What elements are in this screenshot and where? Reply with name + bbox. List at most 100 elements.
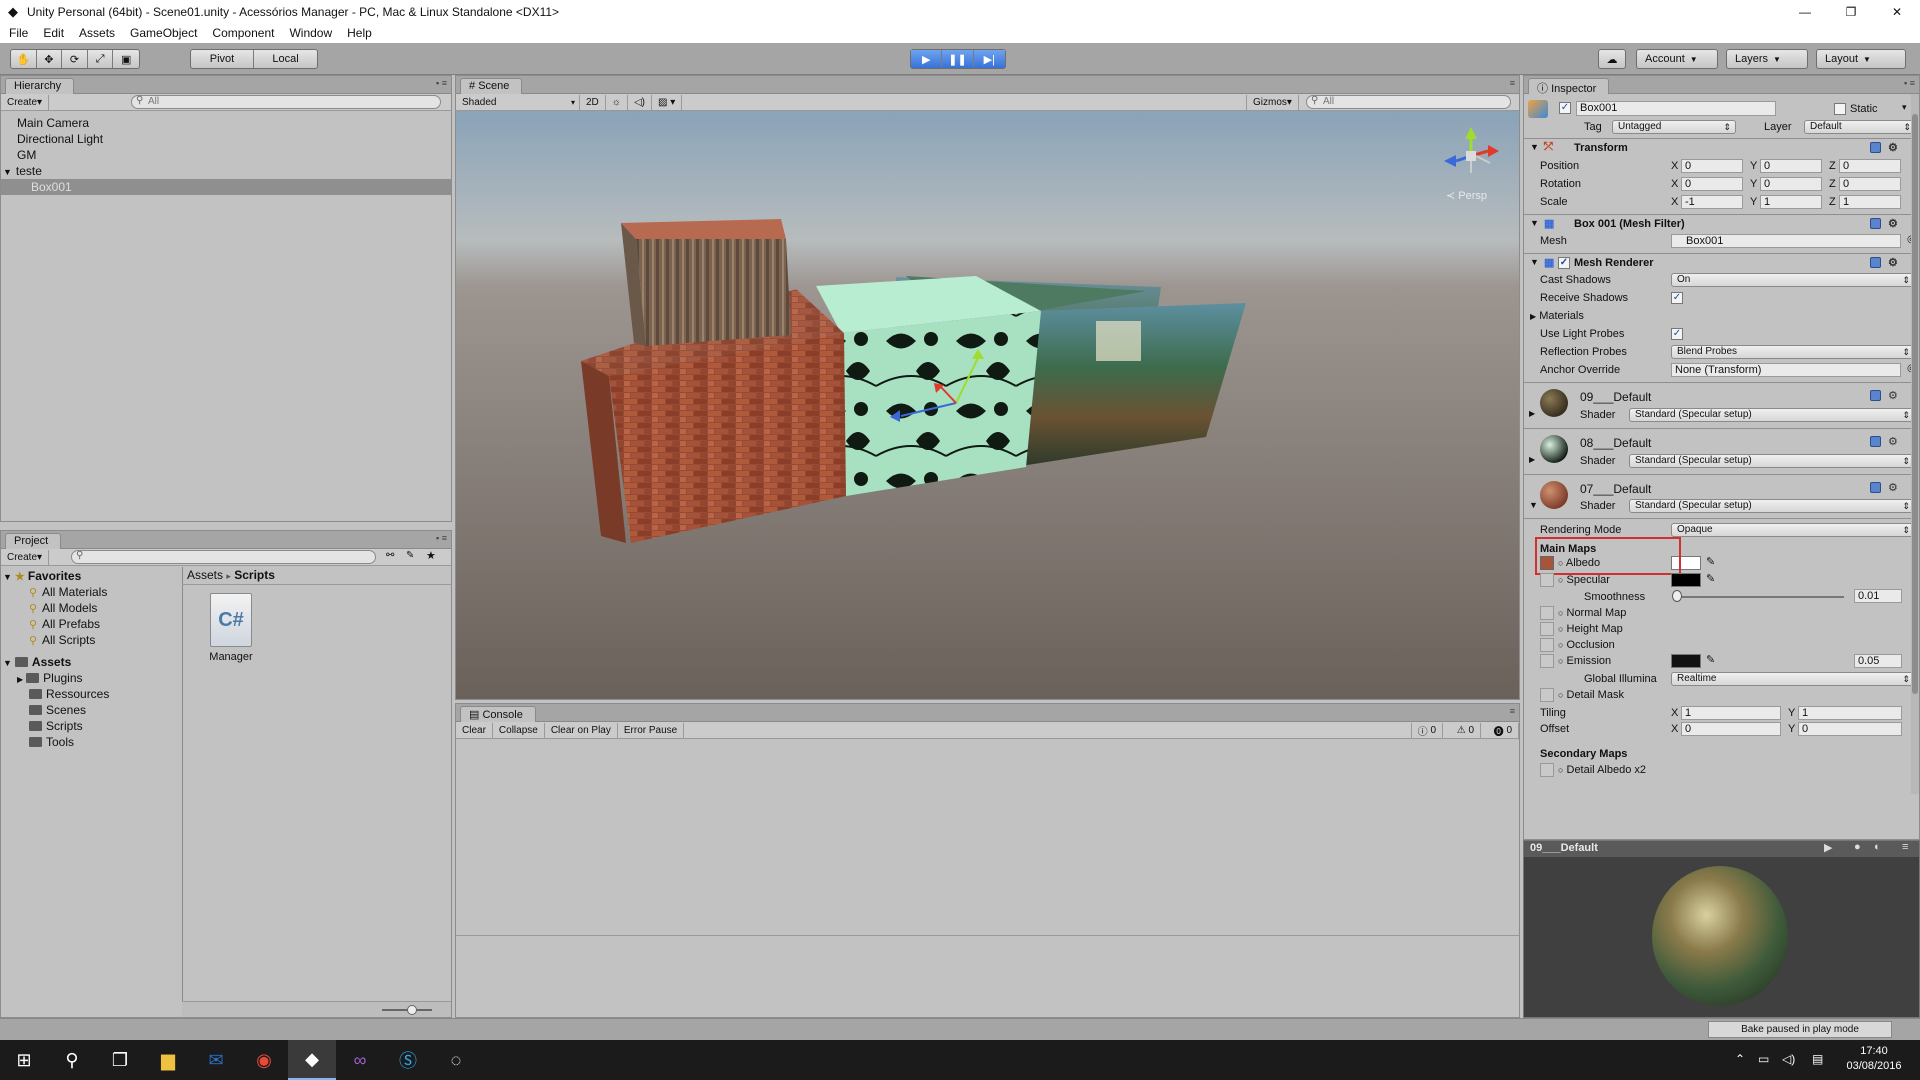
emission-field[interactable]: 0.05 <box>1854 654 1902 668</box>
tab-hierarchy[interactable]: Hierarchy <box>5 78 75 94</box>
hierarchy-item-teste[interactable]: ▼ teste <box>1 163 451 179</box>
eyedropper-icon[interactable]: ✎ <box>1706 653 1715 666</box>
normal-map-slot[interactable] <box>1540 606 1554 620</box>
console-warning-toggle[interactable]: ⚠ 0 <box>1451 722 1481 738</box>
filter-label-icon[interactable]: ✎ <box>406 550 414 561</box>
active-checkbox[interactable]: ✓ <box>1559 102 1571 114</box>
receive-shadows-checkbox[interactable]: ✓ <box>1671 292 1683 304</box>
search-icon[interactable]: ⚲ <box>48 1040 96 1080</box>
project-create-button[interactable]: Create ▾ <box>1 549 50 565</box>
static-dropdown-arrow-icon[interactable]: ▾ <box>1902 102 1907 113</box>
play-icon[interactable]: ▶ <box>911 50 943 68</box>
eyedropper-icon[interactable]: ✎ <box>1706 555 1715 568</box>
hierarchy-create-button[interactable]: Create ▾ <box>1 94 50 110</box>
scale-y-field[interactable]: 1 <box>1760 195 1822 209</box>
chrome-icon[interactable]: ◉ <box>240 1040 288 1080</box>
gear-icon[interactable]: ⚙ <box>1888 435 1898 448</box>
console-clear-button[interactable]: Clear <box>456 722 493 738</box>
minimize-button[interactable]: — <box>1782 0 1828 23</box>
eyedropper-icon[interactable]: ✎ <box>1706 572 1715 585</box>
rotation-x-field[interactable]: 0 <box>1681 177 1743 191</box>
materials-foldout[interactable]: ▶ Materials <box>1530 310 1584 322</box>
menu-component[interactable]: Component <box>205 26 282 40</box>
pivot-button[interactable]: Pivot <box>191 50 255 68</box>
pause-icon[interactable]: ❚❚ <box>942 50 974 68</box>
visual-studio-icon[interactable]: ∞ <box>336 1040 384 1080</box>
hierarchy-search-input[interactable]: All <box>131 95 441 109</box>
detail-albedo-label[interactable]: ○ Detail Albedo x2 <box>1558 764 1646 776</box>
hierarchy-item-directional-light[interactable]: Directional Light <box>1 131 451 147</box>
local-button[interactable]: Local <box>254 50 317 68</box>
scale-tool-icon[interactable]: ⤢ <box>88 50 114 68</box>
layer-dropdown[interactable]: Default <box>1804 120 1916 134</box>
maximize-button[interactable]: ❐ <box>1828 0 1874 23</box>
use-light-probes-checkbox[interactable]: ✓ <box>1671 328 1683 340</box>
specular-color-swatch[interactable] <box>1671 573 1701 587</box>
rotation-y-field[interactable]: 0 <box>1760 177 1822 191</box>
clock[interactable]: 17:40 03/08/2016 <box>1838 1044 1910 1074</box>
emission-color-swatch[interactable] <box>1671 654 1701 668</box>
help-icon[interactable] <box>1870 142 1881 153</box>
tab-console[interactable]: ▤ Console <box>460 706 536 722</box>
breadcrumb-assets[interactable]: Assets <box>187 568 223 582</box>
scale-z-field[interactable]: 1 <box>1839 195 1901 209</box>
mesh-renderer-enabled-checkbox[interactable]: ✓ <box>1558 257 1570 269</box>
help-icon[interactable] <box>1870 390 1881 401</box>
gear-icon[interactable]: ⚙ <box>1888 141 1898 154</box>
scene-audio-icon[interactable]: ◁) <box>628 94 652 110</box>
scene-effects-icon[interactable]: ▨ ▾ <box>652 94 683 110</box>
smoothness-slider-track[interactable] <box>1674 596 1844 598</box>
detail-albedo-slot[interactable] <box>1540 763 1554 777</box>
object-name-field[interactable]: Box001 <box>1576 101 1776 116</box>
smoothness-field[interactable]: 0.01 <box>1854 589 1902 603</box>
project-search-input[interactable] <box>71 550 376 564</box>
position-x-field[interactable]: 0 <box>1681 159 1743 173</box>
network-icon[interactable]: ▭ <box>1758 1052 1769 1066</box>
preview-play-icon[interactable]: ▶ <box>1824 841 1832 854</box>
occlusion-slot[interactable] <box>1540 638 1554 652</box>
gi-dropdown[interactable]: Realtime <box>1671 672 1915 686</box>
expand-arrow-icon[interactable]: ▼ <box>3 167 12 177</box>
position-z-field[interactable]: 0 <box>1839 159 1901 173</box>
2d-toggle[interactable]: 2D <box>580 94 606 110</box>
tiling-x-field[interactable]: 1 <box>1681 706 1781 720</box>
shading-dropdown[interactable]: Shaded ▾ <box>456 94 580 110</box>
transform-header[interactable]: ▼ ⤱ Transform ⚙ <box>1524 139 1919 157</box>
mesh-filter-header[interactable]: ▼ ▦ Box 001 (Mesh Filter) ⚙ <box>1524 215 1919 233</box>
app-icon[interactable]: ◌ <box>432 1040 480 1080</box>
panel-menu-icon[interactable]: ▪ ≡ <box>436 533 447 543</box>
foldout-arrow-icon[interactable]: ▼ <box>1529 500 1538 510</box>
preview-light-icon[interactable]: ◐ <box>1874 841 1881 853</box>
specular-label[interactable]: ○ Specular <box>1558 574 1610 586</box>
menu-help[interactable]: Help <box>340 26 380 40</box>
tag-dropdown[interactable]: Untagged <box>1612 120 1736 134</box>
menu-edit[interactable]: Edit <box>36 26 72 40</box>
tab-project[interactable]: Project <box>5 533 62 549</box>
scene-search-input[interactable]: All <box>1306 95 1511 109</box>
material-preview-sphere[interactable] <box>1652 866 1788 1006</box>
outlook-icon[interactable]: ✉ <box>192 1040 240 1080</box>
panel-menu-icon[interactable]: ▪ ≡ <box>1904 78 1915 88</box>
help-icon[interactable] <box>1870 482 1881 493</box>
static-checkbox[interactable] <box>1834 103 1846 115</box>
menu-file[interactable]: File <box>2 26 36 40</box>
filter-type-icon[interactable]: ⚯ <box>386 550 394 561</box>
tray-chevron-icon[interactable]: ⌃ <box>1735 1052 1745 1066</box>
foldout-arrow-icon[interactable]: ▼ <box>1530 218 1539 228</box>
cast-shadows-dropdown[interactable]: On <box>1671 273 1915 287</box>
rect-tool-icon[interactable]: ▣ <box>113 50 139 68</box>
reflection-probes-dropdown[interactable]: Blend Probes <box>1671 345 1915 359</box>
asset-folder[interactable]: Scenes <box>1 702 181 718</box>
console-info-toggle[interactable]: ⓘ 0 <box>1410 722 1443 738</box>
assets-header[interactable]: ▼ Assets <box>1 654 181 670</box>
specular-texture-slot[interactable] <box>1540 573 1554 587</box>
rotation-z-field[interactable]: 0 <box>1839 177 1901 191</box>
panel-menu-icon[interactable]: ≡ <box>1510 78 1515 88</box>
scale-x-field[interactable]: -1 <box>1681 195 1743 209</box>
persp-label[interactable]: ≺ Persp <box>1446 189 1487 202</box>
favorite-item[interactable]: ⚲ All Models <box>1 600 181 616</box>
foldout-arrow-icon[interactable]: ▼ <box>1530 257 1539 267</box>
shader-dropdown-08[interactable]: Standard (Specular setup) <box>1629 454 1915 468</box>
gear-icon[interactable]: ⚙ <box>1888 256 1898 269</box>
emission-label[interactable]: ○ Emission <box>1558 655 1611 667</box>
